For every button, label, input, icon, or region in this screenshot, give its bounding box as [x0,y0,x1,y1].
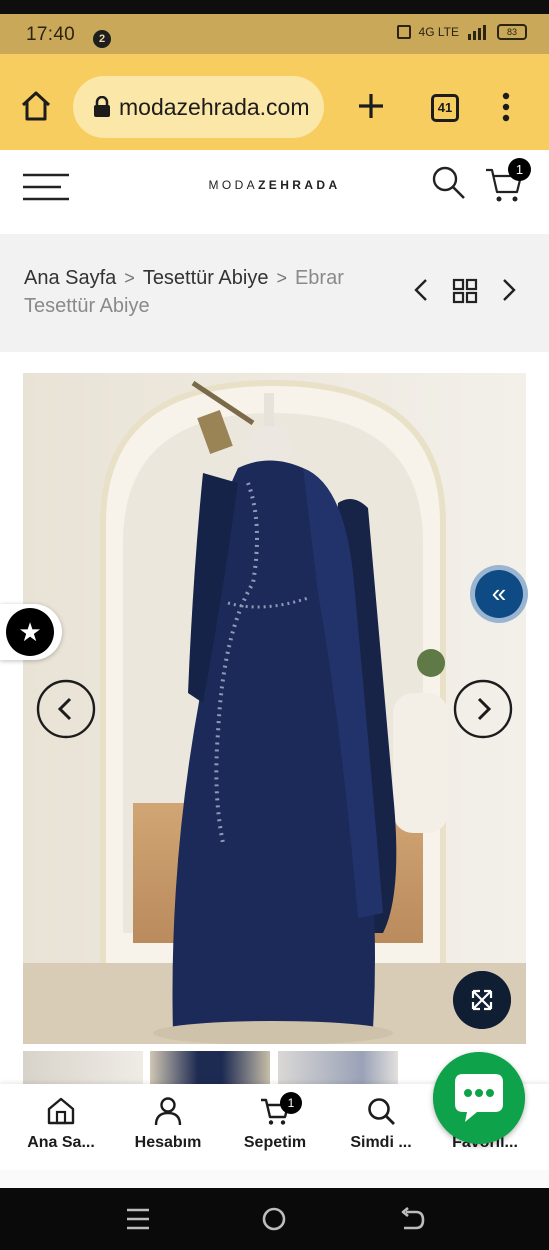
android-nav-bar [0,1188,549,1250]
breadcrumb-home[interactable]: Ana Sayfa [24,267,116,289]
breadcrumb-separator-icon: > [124,268,135,288]
fullscreen-expand-icon[interactable] [453,971,511,1029]
gallery-previous-icon[interactable] [36,679,96,739]
cart-count-badge: 1 [508,158,531,181]
double-chevron-left-icon: « [475,570,523,618]
tab-switcher-button[interactable]: 41 [431,94,459,122]
breadcrumb-separator-icon: > [276,268,287,288]
home-circle-icon[interactable] [260,1206,288,1232]
logo-text-light: MODA [208,178,259,192]
next-product-icon[interactable] [498,278,518,302]
nav-cart-badge: 1 [280,1092,302,1114]
status-bar: 17:40 2 4G LTE 83 [0,0,549,54]
status-time: 17:40 [26,24,76,45]
logo-text-bold: ZEHRADA [258,178,341,192]
lock-icon [94,96,110,117]
reviews-tab[interactable]: ★ [0,604,62,660]
new-tab-plus-icon[interactable] [355,90,387,122]
nav-label-search: Simdi ... [350,1134,412,1151]
dress-photo [23,373,526,1044]
search-icon[interactable] [430,164,466,200]
battery-icon: 83 [497,24,527,40]
network-label: 4G LTE [418,25,459,39]
previous-product-icon[interactable] [412,278,432,302]
grid-view-icon[interactable] [452,278,478,304]
site-logo[interactable]: MODAZEHRADA [0,178,549,192]
nav-label-account: Hesabım [134,1134,202,1151]
address-bar[interactable]: modazehrada.com [73,76,324,138]
gallery-thumbnail[interactable] [278,1051,398,1085]
nav-item-home[interactable]: Ana Sa... [6,1084,116,1170]
nav-item-search[interactable]: Simdi ... [326,1084,436,1170]
signal-icon [468,25,486,40]
product-image[interactable] [23,373,526,1044]
gallery-thumbnail[interactable] [150,1051,270,1085]
notification-count-badge: 2 [93,30,111,48]
nfc-icon [396,25,411,39]
browser-toolbar: modazehrada.com 41 [0,54,549,150]
breadcrumb: Ana Sayfa > Tesettür Abiye > Ebrar Tesettür … [24,264,404,320]
nav-item-cart[interactable]: Sepetim [220,1084,330,1170]
site-header: MODAZEHRADA [0,150,549,234]
status-indicators: 4G LTE 83 [396,24,527,40]
page-footer-strip [0,1170,549,1188]
chat-bubble-icon[interactable] [433,1052,525,1144]
browser-home-icon[interactable] [20,90,52,122]
nav-label-cart: Sepetim [243,1134,307,1151]
gallery-next-icon[interactable] [453,679,513,739]
url-text: modazehrada.com [119,93,310,120]
back-icon[interactable] [398,1206,426,1232]
search-icon [368,1098,395,1125]
collapse-panel-button[interactable]: « [470,565,528,623]
browser-menu-icon[interactable] [500,92,512,122]
recent-apps-icon[interactable] [124,1206,152,1232]
nav-item-account[interactable]: Hesabım [113,1084,223,1170]
gallery-thumbnail[interactable] [23,1051,143,1085]
star-icon: ★ [6,608,54,656]
home-icon [47,1097,75,1125]
breadcrumb-category[interactable]: Tesettür Abiye [143,267,269,289]
breadcrumb-bar: Ana Sayfa > Tesettür Abiye > Ebrar Tesettür … [0,234,549,352]
user-icon [154,1097,182,1126]
nav-label-home: Ana Sa... [27,1134,95,1151]
